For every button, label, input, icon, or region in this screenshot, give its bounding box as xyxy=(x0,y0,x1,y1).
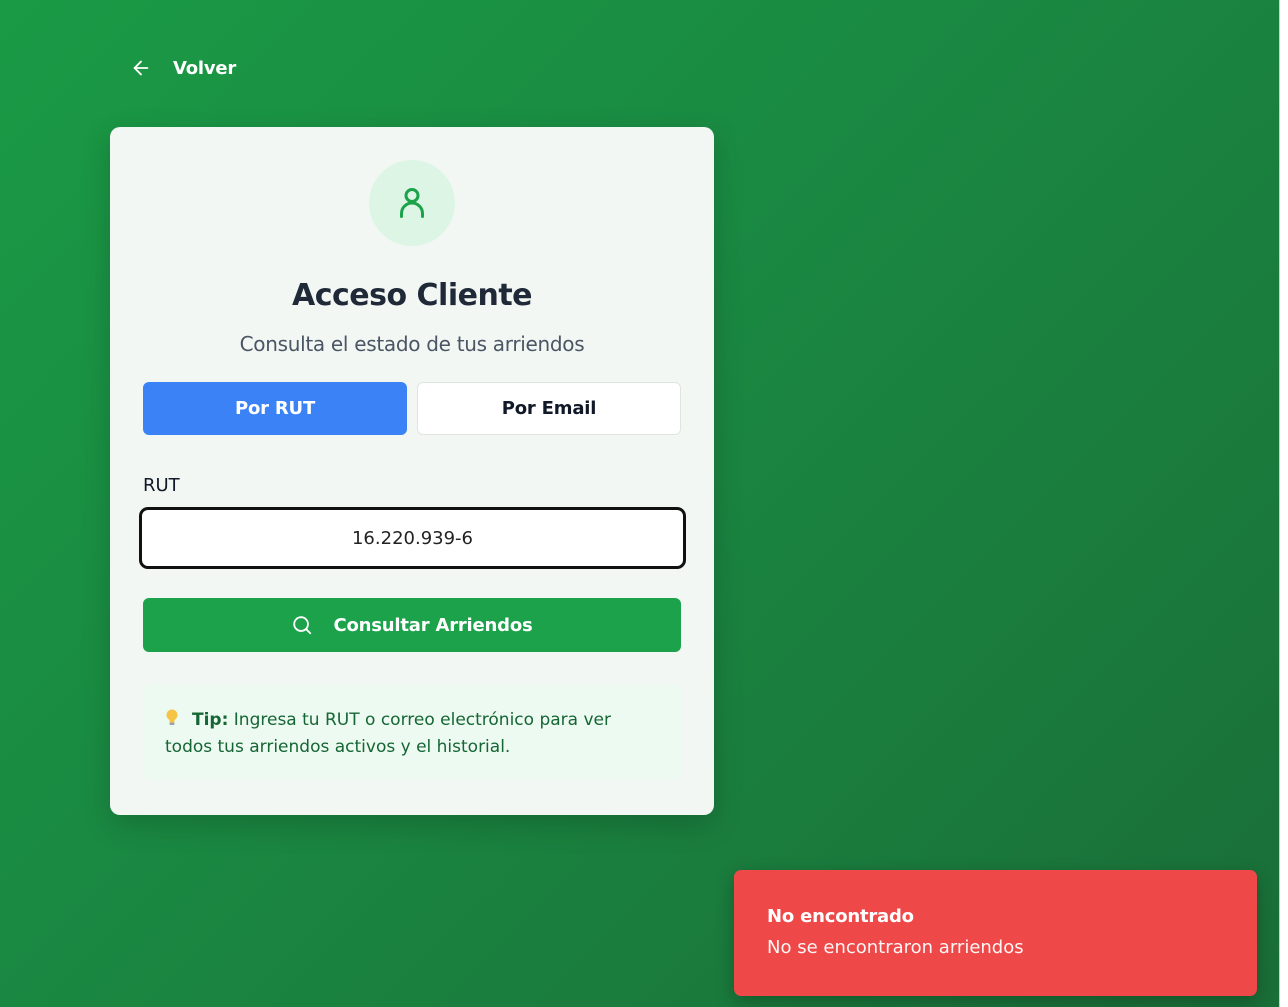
toast-title: No encontrado xyxy=(767,906,914,927)
page-subtitle: Consulta el estado de tus arriendos xyxy=(239,332,585,356)
submit-label: Consultar Arriendos xyxy=(333,614,533,636)
consultar-arriendos-button[interactable]: Consultar Arriendos xyxy=(143,598,681,652)
search-icon xyxy=(293,616,312,635)
tab-por-rut[interactable]: Por RUT xyxy=(143,382,407,435)
login-card: Acceso Cliente Consulta el estado de tus… xyxy=(110,127,714,815)
window-edge xyxy=(1279,0,1288,1007)
error-toast: No encontrado No se encontraron arriendo… xyxy=(734,870,1257,996)
tip-box: Tip: Ingresa tu RUT o correo electrónico… xyxy=(143,684,681,780)
back-button[interactable]: Volver xyxy=(130,52,236,84)
page-title: Acceso Cliente xyxy=(291,278,533,313)
toast-message: No se encontraron arriendos xyxy=(767,937,1024,958)
tab-por-email[interactable]: Por Email xyxy=(417,382,681,435)
rut-field-label: RUT xyxy=(143,475,180,496)
back-label: Volver xyxy=(173,57,237,79)
rut-input[interactable] xyxy=(139,507,686,569)
arrow-left-icon xyxy=(133,60,149,76)
user-icon xyxy=(400,188,424,218)
lightbulb-icon xyxy=(166,709,178,725)
avatar xyxy=(369,160,455,246)
tip-text: Ingresa tu RUT o correo electrónico para… xyxy=(165,710,611,757)
tip-label: Tip: xyxy=(192,710,229,730)
